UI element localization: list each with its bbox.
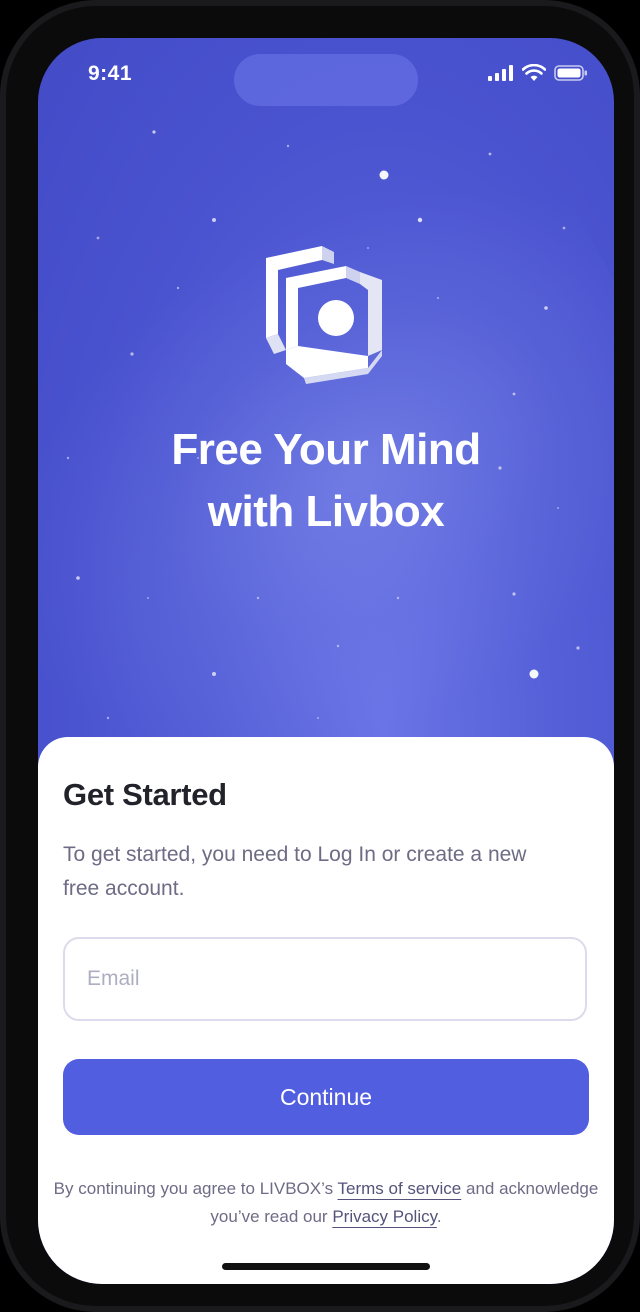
signal-icon: [488, 65, 513, 81]
starfield: [66, 130, 580, 742]
status-time: 9:41: [88, 62, 133, 85]
headline-line-2: with Livbox: [207, 487, 445, 536]
status-bar: 9:41: [38, 38, 614, 118]
home-indicator[interactable]: [222, 1263, 430, 1270]
email-input[interactable]: [63, 937, 587, 1021]
legal-suffix: .: [436, 1207, 442, 1226]
terms-of-service-link[interactable]: Terms of service: [338, 1179, 462, 1198]
sheet-description: To get started, you need to Log In or cr…: [63, 843, 527, 900]
privacy-policy-link[interactable]: Privacy Policy: [332, 1207, 437, 1226]
continue-button[interactable]: Continue: [63, 1059, 589, 1135]
phone-bezel: 9:41 Free Your Mind with Livbox Get Star…: [6, 6, 634, 1306]
app-screen: 9:41 Free Your Mind with Livbox Get Star…: [38, 38, 614, 1284]
legal-notice: By continuing you agree to LIVBOX’s Term…: [38, 1175, 614, 1231]
battery-icon: [554, 65, 587, 81]
dynamic-island: [234, 54, 418, 106]
livbox-logo-icon: [266, 246, 382, 384]
sheet-title: Get Started: [63, 777, 227, 812]
get-started-sheet: Get Started To get started, you need to …: [38, 737, 614, 1284]
phone-frame: 9:41 Free Your Mind with Livbox Get Star…: [0, 0, 640, 1312]
legal-prefix: By continuing you agree to LIVBOX’s: [53, 1179, 338, 1198]
wifi-icon: [522, 64, 546, 81]
headline-line-1: Free Your Mind: [171, 425, 481, 474]
status-icons: [488, 64, 588, 82]
